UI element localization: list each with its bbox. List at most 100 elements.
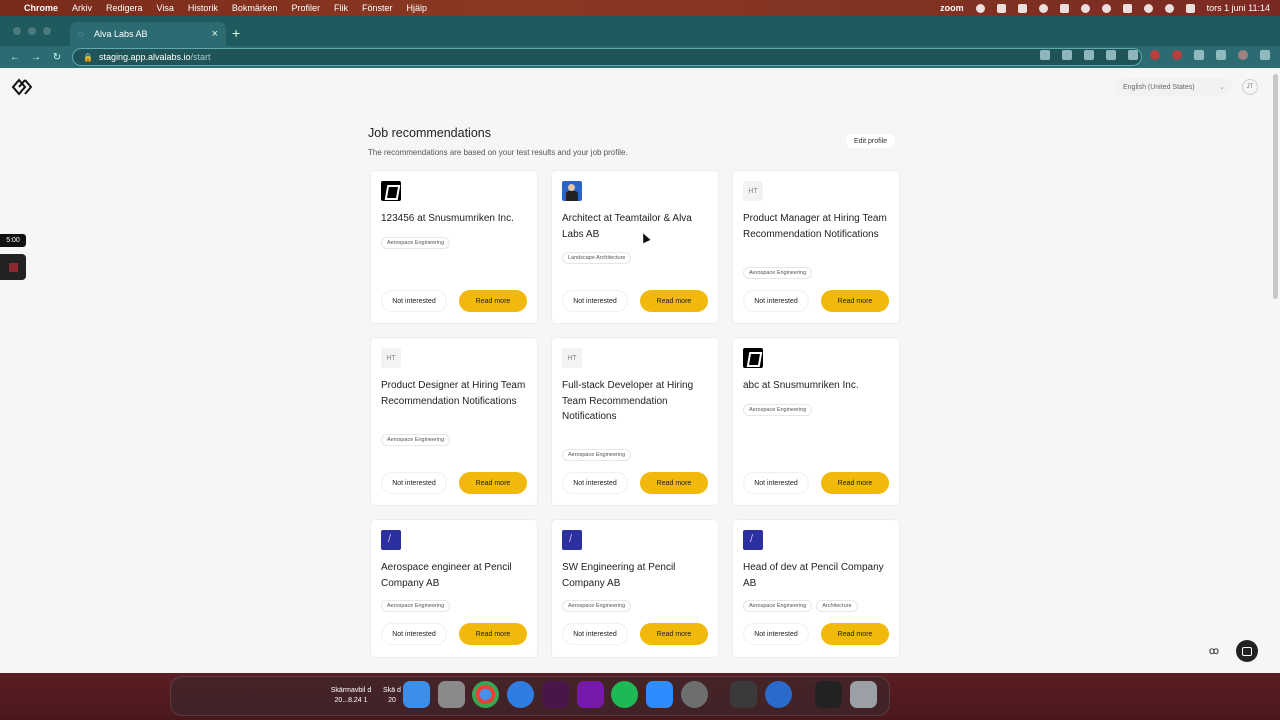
not-interested-button[interactable]: Not interested	[562, 623, 628, 645]
activity-monitor-icon[interactable]	[815, 681, 842, 708]
puzzle-icon[interactable]	[1194, 50, 1204, 60]
lock-icon[interactable]: 🔒	[83, 53, 93, 62]
dock-stack-label[interactable]: Skärmavbil d 20...8.24 1	[326, 686, 376, 706]
launchpad-icon[interactable]	[438, 681, 465, 708]
control-center-icon[interactable]	[1185, 3, 1195, 13]
page-scrollbar[interactable]	[1273, 74, 1278, 299]
job-title[interactable]: abc at Snusmumriken Inc.	[743, 378, 893, 394]
read-more-button[interactable]: Read more	[459, 623, 527, 645]
back-icon[interactable]: ←	[8, 52, 22, 63]
gmail-icon[interactable]	[1017, 3, 1027, 13]
language-select[interactable]: English (United States) ⌄	[1116, 78, 1232, 96]
accessibility-icon[interactable]: ꝏ	[1204, 641, 1224, 661]
alva-logo-icon[interactable]	[11, 78, 33, 96]
not-interested-button[interactable]: Not interested	[743, 472, 809, 494]
finder-icon[interactable]	[403, 681, 430, 708]
slack-icon[interactable]	[542, 681, 569, 708]
job-title[interactable]: 123456 at Snusmumriken Inc.	[381, 211, 531, 227]
install-icon[interactable]	[1040, 50, 1050, 60]
read-more-button[interactable]: Read more	[640, 623, 708, 645]
browser-tab-active[interactable]: ◌ Alva Labs AB ×	[70, 22, 226, 46]
menu-item-historik[interactable]: Historik	[188, 3, 218, 13]
read-more-button[interactable]: Read more	[821, 290, 889, 312]
gear-icon[interactable]	[1038, 3, 1048, 13]
quicktime-icon[interactable]	[765, 681, 792, 708]
battery-icon[interactable]	[1122, 3, 1132, 13]
new-tab-icon[interactable]: +	[232, 25, 240, 41]
search-icon[interactable]	[1164, 3, 1174, 13]
profile-avatar-icon[interactable]	[1238, 50, 1248, 60]
chat-support-button[interactable]	[1236, 640, 1258, 662]
job-card[interactable]: Head of dev at Pencil Company AB Aerospa…	[732, 519, 900, 658]
edit-profile-button[interactable]: Edit profile	[846, 134, 896, 148]
not-interested-button[interactable]: Not interested	[381, 290, 447, 312]
menu-item-redigera[interactable]: Redigera	[106, 3, 143, 13]
job-title[interactable]: Full-stack Developer at Hiring Team Reco…	[562, 378, 712, 425]
job-title[interactable]: Architect at Teamtailor & Alva Labs AB	[562, 211, 712, 242]
extension-red-icon[interactable]	[1150, 50, 1160, 60]
read-more-button[interactable]: Read more	[640, 472, 708, 494]
job-card[interactable]: HT Full-stack Developer at Hiring Team R…	[551, 337, 719, 506]
translate-icon[interactable]	[1062, 50, 1072, 60]
address-bar[interactable]: 🔒 staging.app.alvalabs.io/start	[72, 48, 1142, 66]
extension-badge-icon[interactable]	[1172, 50, 1182, 60]
forward-icon[interactable]: →	[29, 52, 43, 63]
stop-recording-button[interactable]	[0, 254, 26, 280]
job-title[interactable]: Product Manager at Hiring Team Recommend…	[743, 211, 893, 242]
zoom-status-item[interactable]: zoom	[940, 3, 964, 13]
menu-item-visa[interactable]: Visa	[157, 3, 174, 13]
job-card[interactable]: abc at Snusmumriken Inc. Aerospace Engin…	[732, 337, 900, 506]
menu-item-bokmarken[interactable]: Bokmärken	[232, 3, 278, 13]
bookmark-star-icon[interactable]	[1128, 50, 1138, 60]
close-tab-icon[interactable]: ×	[212, 28, 218, 40]
job-title[interactable]: SW Engineering at Pencil Company AB	[562, 560, 712, 591]
job-card[interactable]: Architect at Teamtailor & Alva Labs AB L…	[551, 170, 719, 324]
menu-item-profiler[interactable]: Profiler	[291, 3, 320, 13]
user-avatar[interactable]: JT	[1242, 79, 1258, 95]
system-settings-icon[interactable]	[681, 681, 708, 708]
not-interested-button[interactable]: Not interested	[562, 290, 628, 312]
zoom-icon[interactable]	[646, 681, 673, 708]
zoom-icon[interactable]	[1084, 50, 1094, 60]
menu-app-name[interactable]: Chrome	[24, 3, 58, 13]
m-app-icon[interactable]	[996, 3, 1006, 13]
job-card[interactable]: Aerospace engineer at Pencil Company AB …	[370, 519, 538, 658]
menu-item-hjalp[interactable]: Hjälp	[406, 3, 427, 13]
job-card[interactable]: 123456 at Snusmumriken Inc. Aerospace En…	[370, 170, 538, 324]
read-more-button[interactable]: Read more	[459, 472, 527, 494]
share-icon[interactable]	[1106, 50, 1116, 60]
read-more-button[interactable]: Read more	[821, 623, 889, 645]
menu-item-arkiv[interactable]: Arkiv	[72, 3, 92, 13]
safari-icon[interactable]	[507, 681, 534, 708]
not-interested-button[interactable]: Not interested	[562, 472, 628, 494]
job-card[interactable]: SW Engineering at Pencil Company AB Aero…	[551, 519, 719, 658]
not-interested-button[interactable]: Not interested	[381, 472, 447, 494]
moon-icon[interactable]	[1080, 3, 1090, 13]
maximize-window-icon[interactable]	[43, 27, 51, 35]
menu-item-flik[interactable]: Flik	[334, 3, 348, 13]
menu-clock[interactable]: tors 1 juni 11:14	[1207, 3, 1270, 13]
read-more-button[interactable]: Read more	[459, 290, 527, 312]
job-card[interactable]: HT Product Manager at Hiring Team Recomm…	[732, 170, 900, 324]
play-icon[interactable]	[1101, 3, 1111, 13]
read-more-button[interactable]: Read more	[821, 472, 889, 494]
spotify-icon[interactable]	[611, 681, 638, 708]
not-interested-button[interactable]: Not interested	[743, 623, 809, 645]
side-panel-icon[interactable]	[1216, 50, 1226, 60]
onenote-icon[interactable]	[577, 681, 604, 708]
job-title[interactable]: Aerospace engineer at Pencil Company AB	[381, 560, 531, 591]
calculator-icon[interactable]	[730, 681, 757, 708]
wifi-icon[interactable]	[1143, 3, 1153, 13]
trash-icon[interactable]	[850, 681, 877, 708]
job-title[interactable]: Product Designer at Hiring Team Recommen…	[381, 378, 531, 409]
minimize-window-icon[interactable]	[28, 27, 36, 35]
dock-stack-label[interactable]: Skä d 20	[382, 686, 402, 706]
close-window-icon[interactable]	[13, 27, 21, 35]
job-title[interactable]: Head of dev at Pencil Company AB	[743, 560, 893, 591]
kebab-menu-icon[interactable]	[1260, 50, 1270, 60]
reload-icon[interactable]: ↻	[50, 52, 64, 63]
tool-icon[interactable]	[975, 3, 985, 13]
bluetooth-icon[interactable]	[1059, 3, 1069, 13]
job-card[interactable]: HT Product Designer at Hiring Team Recom…	[370, 337, 538, 506]
not-interested-button[interactable]: Not interested	[743, 290, 809, 312]
